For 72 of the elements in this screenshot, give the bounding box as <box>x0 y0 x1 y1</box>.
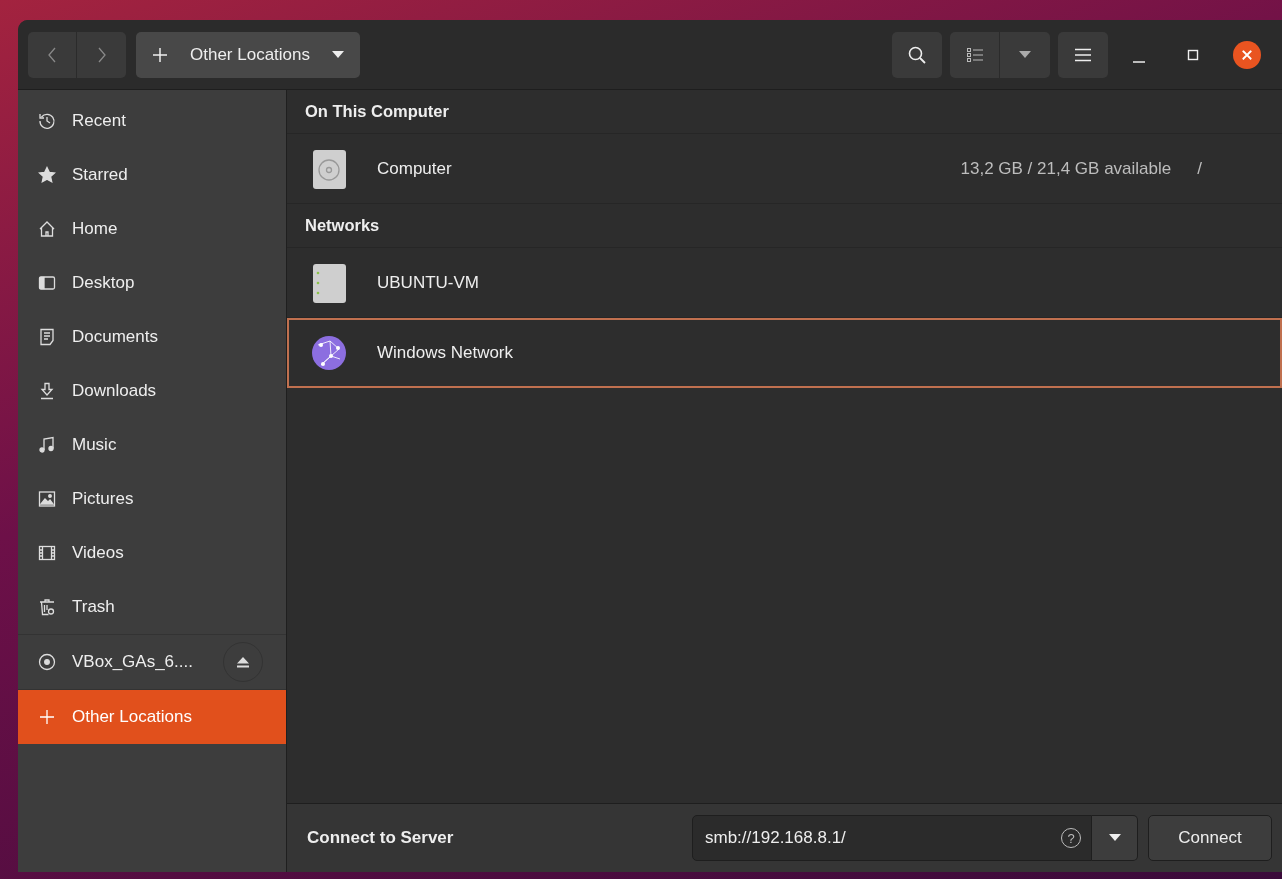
caret-icon <box>332 50 344 59</box>
sidebar-item[interactable]: Documents <box>18 310 286 364</box>
sidebar-label: VBox_GAs_6.... <box>72 652 193 672</box>
sidebar-item[interactable]: Pictures <box>18 472 286 526</box>
location-row[interactable]: Computer 13,2 GB / 21,4 GB available / <box>287 134 1282 204</box>
sidebar-item[interactable]: VBox_GAs_6.... <box>18 635 286 689</box>
desktop-icon <box>38 274 56 292</box>
server-icon <box>311 262 347 303</box>
close-icon <box>1233 40 1261 69</box>
location-button[interactable]: Other Locations <box>136 31 360 78</box>
list-view-button[interactable] <box>950 31 1000 78</box>
sidebar-item[interactable]: Music <box>18 418 286 472</box>
location-label: Other Locations <box>190 44 310 65</box>
location-row[interactable]: Windows Network <box>287 318 1282 388</box>
recent-icon <box>38 112 56 130</box>
list-icon <box>966 47 983 62</box>
forward-icon <box>96 45 107 64</box>
trash-icon <box>38 598 56 616</box>
search-icon <box>908 45 926 64</box>
mount-path: / <box>1197 158 1202 179</box>
connect-button[interactable]: Connect <box>1148 815 1272 861</box>
sidebar-item[interactable]: Desktop <box>18 256 286 310</box>
location-row[interactable]: UBUNTU-VM <box>287 248 1282 318</box>
sidebar-label: Documents <box>72 327 158 347</box>
menu-icon <box>1075 47 1091 62</box>
sidebar-item[interactable]: Home <box>18 202 286 256</box>
globe-icon <box>311 333 347 373</box>
plus-icon <box>152 46 168 63</box>
sidebar-item[interactable]: Trash <box>18 580 286 634</box>
sidebar-label: Videos <box>72 543 124 563</box>
sidebar-item[interactable]: Videos <box>18 526 286 580</box>
section-heading: Networks <box>287 204 1282 248</box>
sidebar-item[interactable]: Starred <box>18 148 286 202</box>
pictures-icon <box>38 490 56 508</box>
documents-icon <box>38 328 56 346</box>
back-icon <box>47 45 57 64</box>
minimize-icon <box>1133 60 1145 63</box>
sidebar-label: Desktop <box>72 273 135 293</box>
menu-button[interactable] <box>1058 31 1108 78</box>
downloads-icon <box>38 382 56 400</box>
caret-icon <box>1108 834 1121 842</box>
server-address-field[interactable]: smb://192.168.8.1/ ? <box>692 815 1092 861</box>
caret-icon <box>1019 50 1031 59</box>
sidebar-label: Pictures <box>72 489 134 509</box>
location-name: UBUNTU-VM <box>377 272 479 293</box>
location-name: Computer <box>377 158 452 179</box>
sidebar-label: Music <box>72 435 117 455</box>
disk-usage: 13,2 GB / 21,4 GB available <box>960 158 1172 179</box>
sidebar-label: Downloads <box>72 381 157 401</box>
music-icon <box>38 436 56 454</box>
sidebar-item[interactable]: Downloads <box>18 364 286 418</box>
sidebar-label: Other Locations <box>72 707 192 727</box>
eject-button[interactable] <box>222 642 263 682</box>
videos-icon <box>38 544 56 562</box>
drive-icon <box>311 148 347 189</box>
plus-icon <box>38 708 56 726</box>
home-icon <box>38 220 56 238</box>
maximize-icon <box>1187 48 1199 61</box>
search-button[interactable] <box>892 31 942 78</box>
sidebar-item[interactable]: Recent <box>18 94 286 148</box>
section-heading: On This Computer <box>287 90 1282 134</box>
sidebar-label: Starred <box>72 165 128 185</box>
location-name: Windows Network <box>377 343 514 363</box>
sidebar-label: Home <box>72 219 118 239</box>
disc-icon <box>38 653 56 671</box>
sidebar-label: Trash <box>72 597 115 617</box>
recent-servers-button[interactable] <box>1092 815 1138 861</box>
connect-label: Connect to Server <box>307 828 454 848</box>
eject-icon <box>236 656 249 668</box>
starred-icon <box>38 166 56 184</box>
sidebar-label: Recent <box>72 111 126 131</box>
sidebar-item[interactable]: Other Locations <box>18 690 286 744</box>
